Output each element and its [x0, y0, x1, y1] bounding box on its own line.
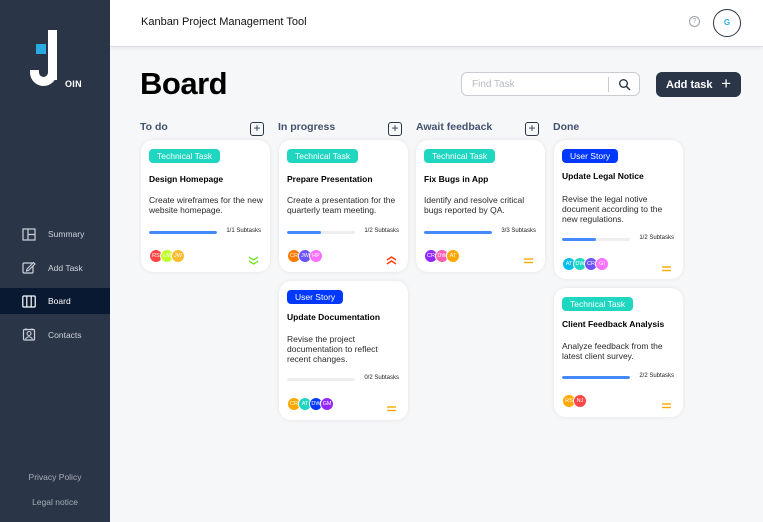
card-description: Identify and resolve critical bugs repor…	[424, 195, 525, 215]
progress-fill	[287, 231, 321, 234]
user-avatar[interactable]: G	[713, 9, 741, 37]
progress-fill	[424, 231, 492, 234]
logo-suffix: OIN	[65, 79, 82, 89]
edit-icon	[22, 261, 36, 274]
priority-medium-icon	[386, 400, 397, 412]
subtask-count: 1/2 Subtasks	[639, 235, 674, 241]
priority-urgent-icon	[386, 252, 397, 265]
sidebar-item-contacts[interactable]: Contacts	[0, 322, 110, 348]
category-badge: Technical Task	[149, 149, 221, 163]
task-card[interactable]: Technical Task Prepare Presentation Crea…	[279, 140, 408, 272]
privacy-policy-link[interactable]: Privacy Policy	[0, 472, 110, 482]
logo-square	[36, 44, 46, 54]
card-title: Prepare Presentation	[287, 174, 373, 184]
card-description: Revise the legal notive document accordi…	[562, 194, 663, 224]
card-description: Analyze feedback from the latest client …	[562, 341, 663, 361]
progress-fill	[562, 376, 630, 379]
subtask-progress-bar	[149, 231, 217, 234]
assignee-avatar: GM	[320, 397, 334, 411]
category-badge: Technical Task	[562, 297, 634, 311]
card-title: Update Legal Notice	[562, 171, 644, 181]
category-badge: Technical Task	[287, 149, 359, 163]
logo-letter-hook	[30, 70, 57, 86]
column-add-in-progress-button[interactable]: +	[388, 122, 402, 136]
task-card[interactable]: User Story Update Documentation Revise t…	[279, 281, 408, 420]
join-logo[interactable]: OIN	[28, 28, 82, 92]
sidebar-nav: Summary Add Task Board Contacts	[0, 221, 110, 355]
card-description: Create wireframes for the new website ho…	[149, 195, 263, 215]
assignee-list: CR DW AT	[424, 249, 460, 263]
progress-fill	[562, 238, 596, 241]
subtask-count: 1/1 Subtasks	[226, 228, 261, 234]
subtask-count: 2/2 Subtasks	[639, 373, 674, 379]
column-title-todo: To do	[140, 121, 168, 133]
category-badge: Technical Task	[424, 149, 496, 163]
plus-icon: +	[721, 74, 731, 93]
board-icon	[22, 294, 36, 308]
card-description: Revise the project documentation to refl…	[287, 334, 378, 364]
assignee-avatar: HP	[309, 249, 323, 263]
search-box	[461, 72, 640, 96]
assignee-avatar: NJ	[573, 394, 587, 408]
priority-low-icon	[248, 252, 259, 265]
category-badge: User Story	[287, 290, 344, 304]
sidebar-item-label: Summary	[48, 229, 85, 239]
sidebar: OIN Summary Add Task Board Contacts Priv…	[0, 0, 110, 522]
priority-medium-icon	[523, 252, 534, 264]
assignee-list: AT DW CR GI	[562, 257, 609, 271]
sidebar-item-label: Board	[48, 296, 71, 306]
legal-notice-link[interactable]: Legal notice	[0, 497, 110, 507]
subtask-count: 3/3 Subtasks	[501, 228, 536, 234]
subtask-count: 1/2 Subtasks	[364, 228, 399, 234]
column-title-await-feedback: Await feedback	[416, 121, 493, 133]
task-card[interactable]: Technical Task Client Feedback Analysis …	[554, 288, 683, 417]
add-task-label: Add task	[666, 78, 713, 91]
sidebar-item-label: Add Task	[48, 262, 83, 273]
subtask-progress-bar	[424, 231, 492, 234]
search-divider	[608, 77, 609, 92]
task-card[interactable]: Technical Task Fix Bugs in App Identify …	[416, 140, 545, 272]
card-title: Design Homepage	[149, 174, 224, 184]
column-add-todo-button[interactable]: +	[250, 122, 264, 136]
search-icon[interactable]	[618, 78, 631, 91]
task-card[interactable]: User Story Update Legal Notice Revise th…	[554, 140, 683, 279]
task-card[interactable]: Technical Task Design Homepage Create wi…	[141, 140, 270, 272]
column-title-in-progress: In progress	[278, 121, 336, 133]
assignee-avatar: AT	[446, 249, 460, 263]
help-icon[interactable]: ?	[689, 16, 700, 27]
assignee-list: CR AT DW GM	[287, 397, 334, 411]
priority-medium-icon	[661, 397, 672, 409]
assignee-avatar: GI	[595, 257, 609, 271]
card-title: Update Documentation	[287, 312, 381, 322]
subtask-count: 0/2 Subtasks	[364, 375, 399, 381]
assignee-avatar: JW	[171, 249, 185, 263]
page-title: Board	[140, 66, 228, 101]
add-task-button[interactable]: Add task +	[656, 72, 741, 97]
subtask-progress-bar	[287, 378, 355, 381]
sidebar-item-label: Contacts	[48, 329, 82, 340]
card-description: Create a presentation for the quarterly …	[287, 195, 396, 215]
search-input[interactable]	[472, 77, 602, 91]
subtask-progress-bar	[562, 238, 630, 241]
assignee-list: RS NJ	[562, 394, 587, 408]
top-header: Kanban Project Management Tool ? G	[110, 0, 763, 47]
subtask-progress-bar	[287, 231, 355, 234]
progress-fill	[149, 231, 217, 234]
assignee-list: CR JW HP	[287, 249, 323, 263]
sidebar-item-summary[interactable]: Summary	[0, 221, 110, 247]
column-add-await-feedback-button[interactable]: +	[525, 122, 539, 136]
app-title: Kanban Project Management Tool	[141, 16, 307, 28]
column-title-done: Done	[553, 121, 580, 133]
summary-icon	[22, 227, 36, 241]
card-title: Client Feedback Analysis	[562, 319, 665, 329]
assignee-list: RS LM JW	[149, 249, 185, 263]
subtask-progress-bar	[562, 376, 630, 379]
card-title: Fix Bugs in App	[424, 174, 489, 184]
sidebar-item-add-task[interactable]: Add Task	[0, 255, 110, 281]
sidebar-item-board[interactable]: Board	[0, 288, 110, 314]
priority-medium-icon	[661, 260, 672, 272]
category-badge: User Story	[562, 149, 619, 163]
contacts-icon	[22, 328, 36, 341]
